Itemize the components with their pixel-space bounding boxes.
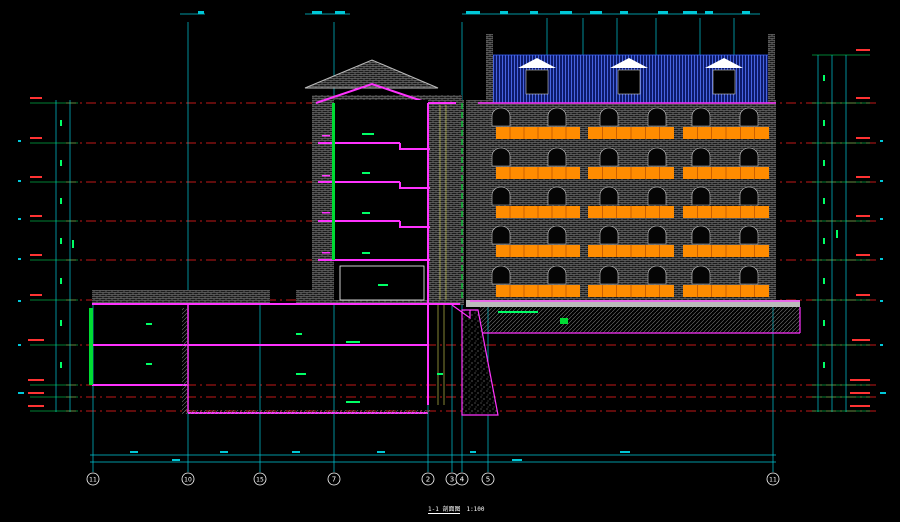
facade-window [599, 107, 619, 127]
facade-window [547, 107, 567, 127]
facade-window [547, 265, 567, 285]
facade-window [599, 265, 619, 285]
facade-window [599, 147, 619, 167]
facade-window [491, 186, 511, 206]
drawing-title: 1-1 剖面图 [428, 506, 461, 514]
facade-window [647, 107, 667, 127]
top-callouts [180, 11, 760, 15]
cad-section-drawing: 11 10 15 7 2 3 4 5 11 [18, 11, 886, 486]
axis-bubble-label: 11 [89, 477, 97, 484]
facade-window [491, 147, 511, 167]
drawing-caption: 1-1 剖面图 1:100 [428, 504, 485, 514]
axis-bubble-label: 15 [256, 477, 264, 484]
axis-bubbles: 11 10 15 7 2 3 4 5 11 [86, 472, 780, 486]
facade-window [691, 225, 711, 245]
axis-bubble-label: 4 [460, 476, 465, 484]
facade-window [547, 186, 567, 206]
horizontal-dimensions [90, 451, 776, 463]
facade-window [647, 186, 667, 206]
right-elevation-dimensions [812, 49, 886, 412]
axis-bubble-label: 7 [332, 476, 336, 484]
basement-block [89, 290, 460, 414]
facade-window [739, 265, 759, 285]
middle-tower [304, 59, 462, 305]
facade-window [491, 107, 511, 127]
right-building-elevation [466, 34, 801, 334]
facade-window [691, 147, 711, 167]
facade-window [647, 225, 667, 245]
facade-window [739, 147, 759, 167]
facade-window [647, 147, 667, 167]
facade-window [547, 225, 567, 245]
facade-window [491, 225, 511, 245]
facade-window [647, 265, 667, 285]
facade-window [739, 107, 759, 127]
facade-window [691, 265, 711, 285]
axis-bubble-label: 3 [450, 476, 454, 484]
facade-window [691, 186, 711, 206]
axis-bubble-label: 10 [184, 477, 192, 484]
facade-window [739, 225, 759, 245]
facade-window [739, 186, 759, 206]
axis-bubble-label: 2 [426, 476, 430, 484]
facade-window [599, 186, 619, 206]
facade-window [491, 265, 511, 285]
facade-window [599, 225, 619, 245]
facade-window [547, 147, 567, 167]
facade-window [691, 107, 711, 127]
axis-bubble-label: 5 [486, 476, 490, 484]
separation-wall [456, 100, 464, 305]
drawing-scale: 1:100 [466, 506, 485, 513]
left-elevation-dimensions [18, 97, 78, 412]
axis-bubble-label: 11 [769, 477, 777, 484]
